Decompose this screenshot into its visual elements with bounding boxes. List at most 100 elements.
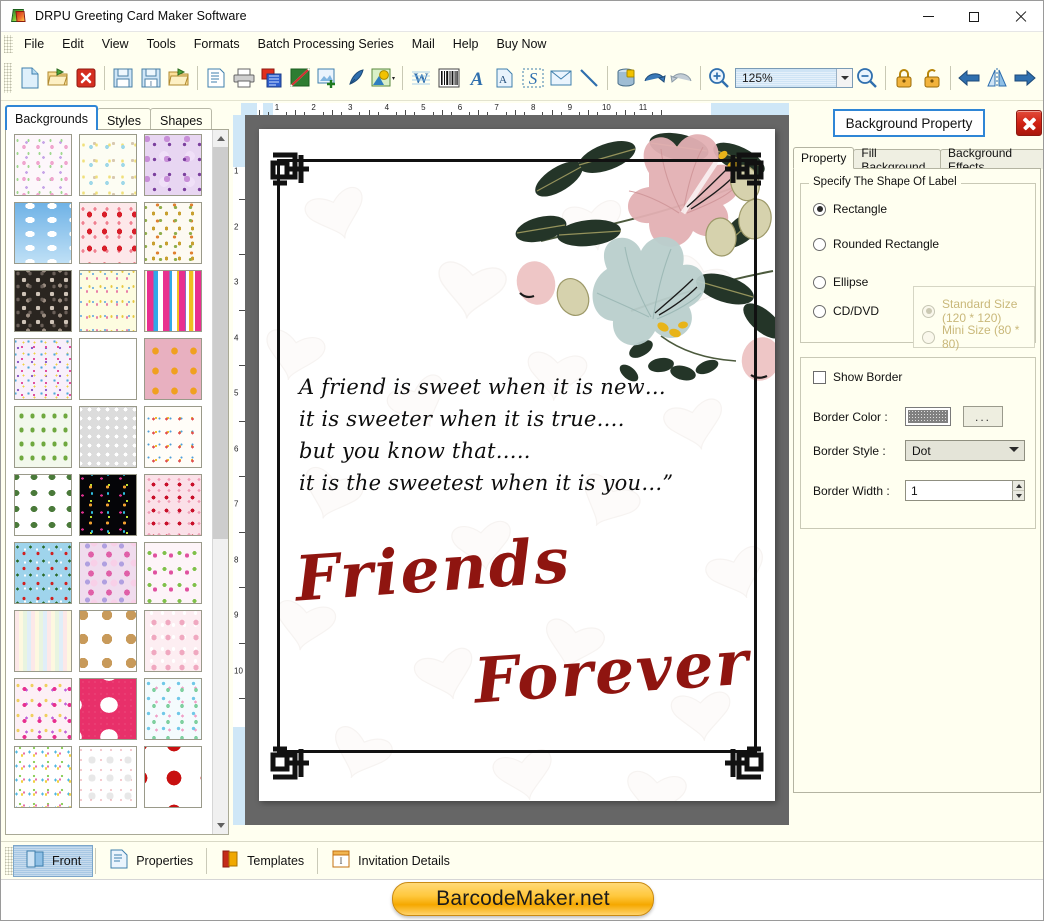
insert-image-icon[interactable] <box>314 62 342 94</box>
menu-item-edit[interactable]: Edit <box>53 34 93 55</box>
list-item[interactable] <box>14 134 72 196</box>
list-item[interactable] <box>144 202 202 264</box>
menu-item-mail[interactable]: Mail <box>403 34 444 55</box>
barcode-icon[interactable] <box>435 62 463 94</box>
card-design-icon[interactable] <box>286 62 314 94</box>
chevron-down-icon[interactable] <box>836 69 852 87</box>
card-poem-text[interactable]: A friend is sweet when it is new… it is … <box>299 372 739 500</box>
bottom-toolbar-grip[interactable] <box>5 846 13 875</box>
align-left-arrow-icon[interactable] <box>955 62 983 94</box>
align-top-arrow-icon[interactable] <box>1039 62 1043 94</box>
tab-styles[interactable]: Styles <box>96 108 152 130</box>
undo-icon[interactable] <box>640 62 668 94</box>
chevron-up-icon[interactable] <box>213 130 228 147</box>
bottom-item-properties[interactable]: Properties <box>98 845 204 877</box>
toolbar-drag-grip[interactable] <box>4 63 12 93</box>
list-item[interactable] <box>79 474 137 536</box>
pen-draw-icon[interactable] <box>342 62 370 94</box>
scrollbar-thumb[interactable] <box>213 147 228 539</box>
menu-item-help[interactable]: Help <box>444 34 488 55</box>
greeting-card-design[interactable]: A friend is sweet when it is new… it is … <box>259 129 775 801</box>
list-item[interactable] <box>144 678 202 740</box>
align-right-arrow-icon[interactable] <box>1011 62 1039 94</box>
list-item[interactable] <box>14 202 72 264</box>
print-icon[interactable] <box>230 62 258 94</box>
lock-open-icon[interactable] <box>918 62 946 94</box>
watermark-w-icon[interactable]: W <box>407 62 435 94</box>
tab-fill-background[interactable]: Fill Background <box>853 146 942 174</box>
list-item[interactable] <box>144 338 202 400</box>
tab-property[interactable]: Property <box>793 147 855 169</box>
stepper-up-icon[interactable] <box>1012 481 1024 491</box>
radio-cd-dvd[interactable]: CD/DVD <box>813 304 879 318</box>
open-folder-icon[interactable] <box>44 62 72 94</box>
save-as-floppy-icon[interactable]: I <box>137 62 165 94</box>
export-folder-icon[interactable] <box>165 62 193 94</box>
list-item[interactable] <box>79 746 137 808</box>
menu-item-tools[interactable]: Tools <box>138 34 185 55</box>
list-item[interactable] <box>144 134 202 196</box>
list-item[interactable] <box>79 678 137 740</box>
list-item[interactable] <box>144 406 202 468</box>
chevron-down-icon[interactable] <box>213 817 228 834</box>
list-item[interactable] <box>79 542 137 604</box>
list-item[interactable] <box>14 542 72 604</box>
zoom-out-icon[interactable] <box>853 62 881 94</box>
menu-item-file[interactable]: File <box>15 34 53 55</box>
border-width-stepper[interactable]: 1 <box>905 480 1025 501</box>
list-item[interactable] <box>14 678 72 740</box>
envelope-icon[interactable] <box>547 62 575 94</box>
list-item[interactable] <box>79 202 137 264</box>
radio-rectangle[interactable]: Rectangle <box>813 202 887 216</box>
menu-item-buy-now[interactable]: Buy Now <box>487 34 555 55</box>
canvas-scroll-region[interactable]: A friend is sweet when it is new… it is … <box>245 115 789 825</box>
stepper-down-icon[interactable] <box>1012 491 1024 500</box>
tab-shapes[interactable]: Shapes <box>150 108 213 130</box>
menu-item-view[interactable]: View <box>93 34 138 55</box>
border-color-swatch[interactable] <box>905 407 951 426</box>
list-item[interactable] <box>14 338 72 400</box>
lock-closed-icon[interactable] <box>890 62 918 94</box>
zoom-level-combo[interactable]: 125% <box>735 68 853 88</box>
menu-item-formats[interactable]: Formats <box>185 34 249 55</box>
list-item[interactable] <box>14 270 72 332</box>
list-item[interactable] <box>14 610 72 672</box>
maximize-button[interactable] <box>951 1 997 32</box>
flip-horizontal-icon[interactable] <box>983 62 1011 94</box>
list-item[interactable] <box>79 338 137 400</box>
tab-background-effects[interactable]: Background Effects <box>940 146 1043 174</box>
border-style-select[interactable]: Dot <box>905 440 1025 461</box>
list-item[interactable] <box>144 746 202 808</box>
tab-backgrounds[interactable]: Backgrounds <box>5 105 98 130</box>
menu-item-batch-processing-series[interactable]: Batch Processing Series <box>249 34 403 55</box>
bottom-item-invitation-details[interactable]: I Invitation Details <box>320 845 461 877</box>
zoom-level-value[interactable]: 125% <box>736 71 836 85</box>
bottom-item-templates[interactable]: Templates <box>209 845 315 877</box>
radio-mini-size[interactable]: Mini Size (80 * 80) <box>922 323 1034 351</box>
database-icon[interactable] <box>612 62 640 94</box>
list-item[interactable] <box>144 474 202 536</box>
shape-picture-icon[interactable] <box>370 62 398 94</box>
list-item[interactable] <box>14 474 72 536</box>
list-item[interactable] <box>79 610 137 672</box>
list-item[interactable] <box>144 270 202 332</box>
bottom-item-front[interactable]: Front <box>13 844 94 877</box>
close-red-x-icon[interactable] <box>72 62 100 94</box>
close-panel-button[interactable] <box>1016 110 1042 136</box>
border-color-browse-button[interactable]: ... <box>963 406 1003 427</box>
radio-standard-size[interactable]: Standard Size (120 * 120) <box>922 297 1034 325</box>
list-item[interactable] <box>144 610 202 672</box>
show-border-checkbox[interactable]: Show Border <box>813 370 902 384</box>
text-page-icon[interactable]: A <box>491 62 519 94</box>
list-item[interactable] <box>79 270 137 332</box>
list-item[interactable] <box>79 134 137 196</box>
list-item[interactable] <box>144 542 202 604</box>
signature-s-icon[interactable]: S <box>519 62 547 94</box>
print-preview-icon[interactable] <box>258 62 286 94</box>
stepper-buttons[interactable] <box>1007 481 1024 500</box>
text-a-icon[interactable]: A <box>463 62 491 94</box>
line-icon[interactable] <box>575 62 603 94</box>
radio-ellipse[interactable]: Ellipse <box>813 275 868 289</box>
zoom-in-icon[interactable] <box>705 62 733 94</box>
radio-rounded-rectangle[interactable]: Rounded Rectangle <box>813 237 939 251</box>
